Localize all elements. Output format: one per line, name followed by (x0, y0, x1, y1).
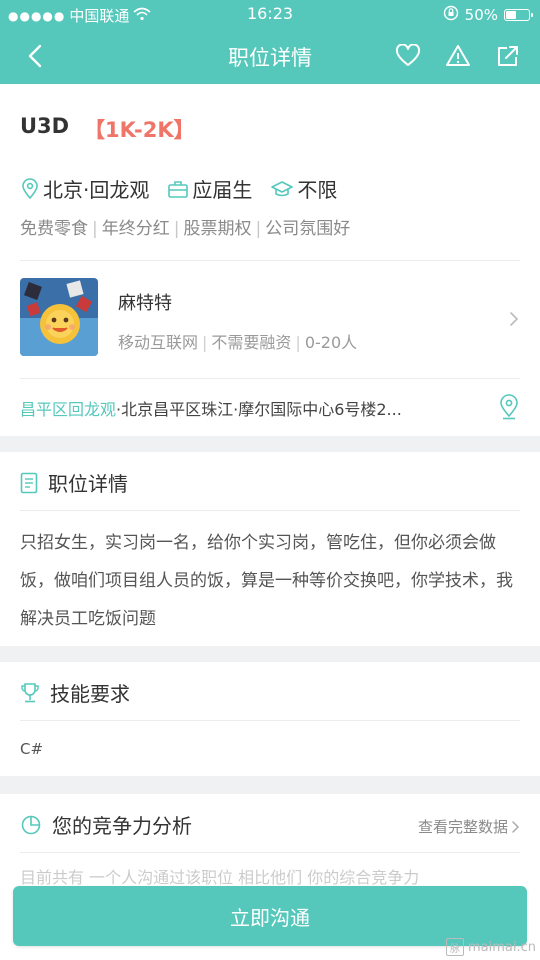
chevron-right-icon (512, 820, 520, 833)
job-experience-text: 不限 (297, 178, 338, 202)
graduation-cap-icon (271, 180, 294, 196)
rotation-lock-icon (443, 5, 459, 25)
nav-actions (390, 38, 526, 74)
skills-card: 技能要求 C# (0, 662, 540, 776)
battery-percent: 50% (464, 6, 498, 24)
job-title: U3D (20, 114, 70, 138)
company-address[interactable]: 昌平区回龙观·北京昌平区珠江·摩尔国际中心6号楼2... (20, 396, 460, 420)
company-funding: 不需要融资 (211, 333, 292, 352)
trophy-icon (21, 682, 39, 702)
address-detail: ·北京昌平区珠江·摩尔国际中心6号楼2... (116, 400, 402, 419)
info-separator: | (202, 333, 208, 352)
skill-item: C# (20, 740, 44, 758)
share-button[interactable] (490, 38, 526, 74)
heart-icon (395, 44, 421, 66)
job-details-card: 职位详情 只招女生，实习岗一名，给你个实习岗，管吃住，但你必须会做饭，做咱们项目… (0, 452, 540, 646)
divider (20, 852, 520, 853)
divider (20, 510, 520, 511)
job-description: 只招女生，实习岗一名，给你个实习岗，管吃住，但你必须会做饭，做咱们项目组人员的饭… (20, 533, 513, 629)
report-button[interactable] (440, 38, 476, 74)
status-bar: ●●●●● 中国联通 16:23 50% (0, 0, 540, 28)
tag-separator: | (255, 219, 262, 239)
job-card: U3D 【1K-2K】 北京·回龙观 应届生 不限 免费零食 | 年终分红 | 股票期权… (0, 84, 540, 436)
company-size: 0-20人 (304, 333, 358, 352)
address-district: 昌平区回龙观 (20, 400, 117, 419)
skills-header-text: 技能要求 (50, 682, 130, 706)
job-tag: 免费零食 (20, 219, 88, 239)
job-tags: 免费零食 | 年终分红 | 股票期权 | 公司氛围好 (20, 214, 350, 239)
job-tag: 股票期权 (183, 219, 252, 239)
status-right: 50% (443, 5, 533, 25)
skills-header: 技能要求 (20, 678, 130, 707)
company-logo (20, 278, 98, 356)
tag-separator: | (173, 219, 180, 239)
company-name: 麻特特 (118, 293, 172, 314)
favorite-button[interactable] (390, 38, 426, 74)
contact-now-button[interactable]: 立即沟通 (13, 886, 527, 946)
analysis-header: 您的竞争力分析 (20, 810, 192, 839)
company-industry: 移动互联网 (118, 333, 199, 352)
job-meta: 北京·回龙观 应届生 不限 (20, 174, 355, 203)
chevron-right-icon (510, 312, 519, 326)
job-location-text: 北京·回龙观 (43, 178, 150, 202)
details-header-text: 职位详情 (48, 472, 128, 496)
job-location: 北京·回龙观 (20, 174, 149, 203)
job-education-text: 应届生 (192, 178, 253, 202)
battery-icon (504, 9, 533, 21)
details-header: 职位详情 (20, 468, 128, 497)
battery-fill (506, 11, 516, 19)
nav-bar: 职位详情 (0, 28, 540, 84)
divider (20, 378, 520, 379)
info-separator: | (295, 333, 301, 352)
analysis-header-text: 您的竞争力分析 (52, 814, 192, 838)
watermark-text: maimai.cn (467, 939, 536, 955)
view-all-text: 查看完整数据 (417, 818, 508, 836)
document-icon (20, 472, 38, 493)
divider (20, 260, 520, 261)
tag-separator: | (92, 219, 98, 239)
view-full-data-link[interactable]: 查看完整数据 (418, 816, 522, 837)
job-tag: 年终分红 (101, 219, 170, 239)
location-pin-icon (22, 177, 38, 199)
job-education: 应届生 (167, 174, 252, 203)
analysis-preview-text: 目前共有 一个人沟通过该职位 相比他们 你的综合竞争力 (20, 868, 420, 887)
job-tag: 公司氛围好 (265, 219, 351, 239)
watermark: 脉 maimai.cn (445, 938, 536, 956)
share-icon (498, 46, 518, 66)
job-experience: 不限 (270, 174, 337, 203)
briefcase-icon (168, 180, 189, 198)
company-info: 移动互联网 | 不需要融资 | 0-20人 (118, 329, 357, 353)
divider (20, 720, 520, 721)
map-pin-icon[interactable] (498, 394, 520, 420)
watermark-logo-icon: 脉 (445, 938, 464, 956)
warning-icon (446, 45, 470, 66)
job-salary: 【1K-2K】 (84, 118, 195, 142)
pie-chart-icon (21, 815, 41, 834)
